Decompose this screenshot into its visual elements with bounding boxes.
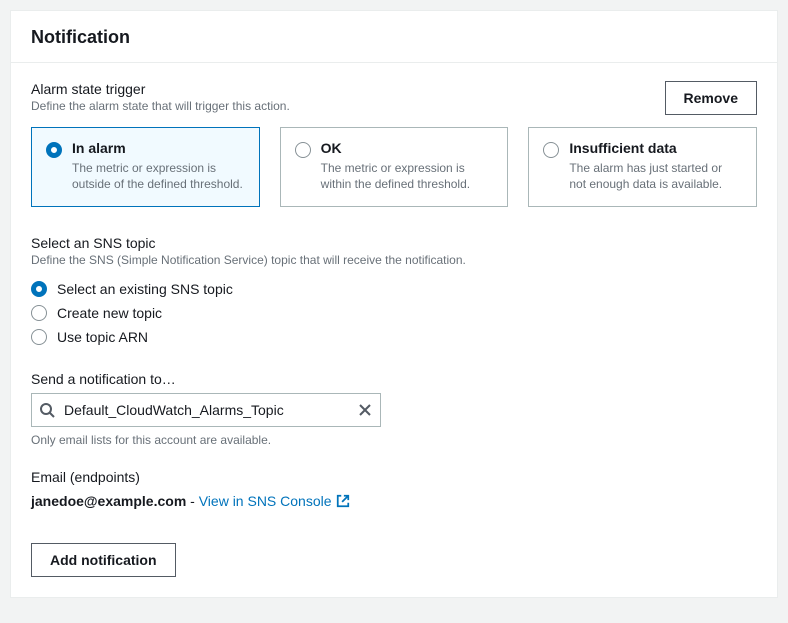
sns-title: Select an SNS topic — [31, 235, 757, 251]
sns-option-create[interactable]: Create new topic — [31, 301, 757, 325]
footer: Add notification — [31, 543, 757, 577]
sendto-input-wrap — [31, 393, 381, 427]
sns-options: Select an existing SNS topic Create new … — [31, 277, 757, 349]
trigger-option-in-alarm[interactable]: In alarm The metric or expression is out… — [31, 127, 260, 207]
external-link-icon — [336, 494, 350, 508]
remove-button[interactable]: Remove — [665, 81, 757, 115]
notification-panel: Notification Alarm state trigger Define … — [10, 10, 778, 598]
radio-icon — [295, 142, 311, 158]
sns-option-label: Select an existing SNS topic — [57, 281, 233, 297]
radio-icon — [31, 305, 47, 321]
email-line: janedoe@example.com - View in SNS Consol… — [31, 493, 757, 509]
trigger-option-label: Insufficient data — [569, 140, 742, 156]
trigger-title: Alarm state trigger — [31, 81, 665, 97]
search-icon — [39, 402, 55, 418]
trigger-option-desc: The metric or expression is within the d… — [321, 160, 494, 192]
sns-option-existing[interactable]: Select an existing SNS topic — [31, 277, 757, 301]
sendto-input[interactable] — [31, 393, 381, 427]
sendto-section: Send a notification to… Only email lists… — [31, 371, 757, 447]
trigger-option-label: OK — [321, 140, 494, 156]
sns-section: Select an SNS topic Define the SNS (Simp… — [31, 235, 757, 349]
sendto-hint: Only email lists for this account are av… — [31, 433, 757, 447]
view-sns-console-link[interactable]: View in SNS Console — [199, 493, 350, 509]
email-address: janedoe@example.com — [31, 493, 186, 509]
trigger-option-ok[interactable]: OK The metric or expression is within th… — [280, 127, 509, 207]
trigger-option-desc: The alarm has just started or not enough… — [569, 160, 742, 192]
trigger-header: Alarm state trigger Define the alarm sta… — [31, 81, 757, 115]
sns-desc: Define the SNS (Simple Notification Serv… — [31, 253, 757, 267]
clear-icon[interactable] — [357, 402, 373, 418]
sendto-title: Send a notification to… — [31, 371, 757, 387]
radio-icon — [31, 329, 47, 345]
trigger-option-desc: The metric or expression is outside of t… — [72, 160, 245, 192]
add-notification-button[interactable]: Add notification — [31, 543, 176, 577]
trigger-desc: Define the alarm state that will trigger… — [31, 99, 665, 113]
trigger-option-label: In alarm — [72, 140, 245, 156]
email-section: Email (endpoints) janedoe@example.com - … — [31, 469, 757, 509]
radio-icon — [31, 281, 47, 297]
trigger-options: In alarm The metric or expression is out… — [31, 127, 757, 207]
panel-title: Notification — [31, 27, 757, 48]
link-text: View in SNS Console — [199, 493, 332, 509]
trigger-option-insufficient-data[interactable]: Insufficient data The alarm has just sta… — [528, 127, 757, 207]
sns-option-arn[interactable]: Use topic ARN — [31, 325, 757, 349]
email-title: Email (endpoints) — [31, 469, 757, 485]
sns-option-label: Create new topic — [57, 305, 162, 321]
email-separator: - — [186, 493, 198, 509]
radio-icon — [46, 142, 62, 158]
radio-icon — [543, 142, 559, 158]
panel-body: Alarm state trigger Define the alarm sta… — [11, 63, 777, 597]
panel-header: Notification — [11, 11, 777, 63]
sns-option-label: Use topic ARN — [57, 329, 148, 345]
